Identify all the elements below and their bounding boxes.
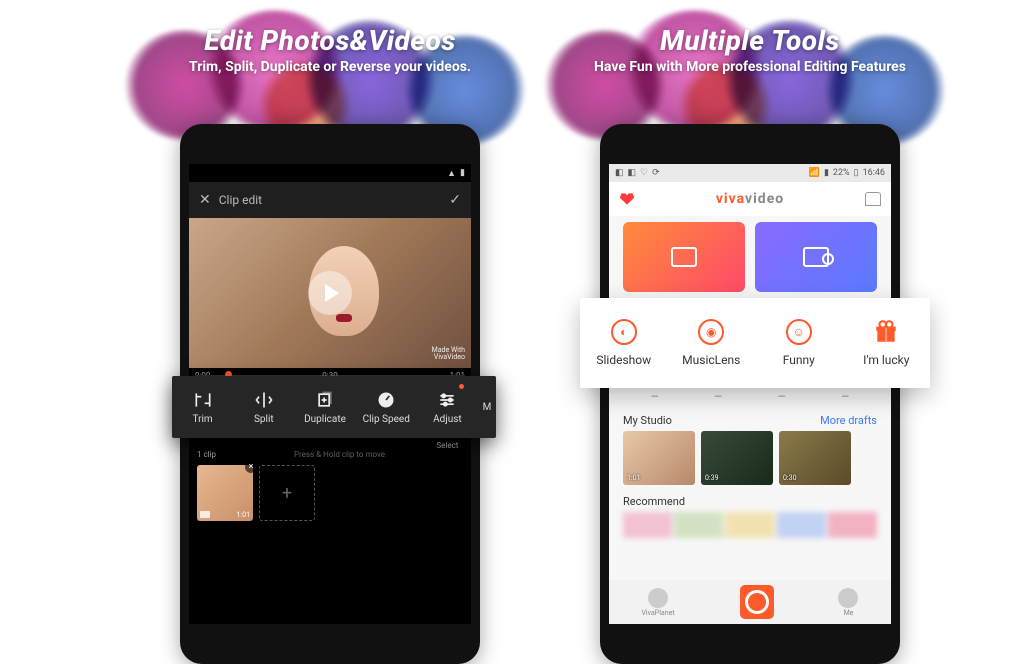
video-preview[interactable]: Made With VivaVideo	[189, 218, 471, 368]
nav-create[interactable]	[740, 585, 774, 619]
headline-subtitle: Trim, Split, Duplicate or Reverse your v…	[110, 59, 550, 75]
studio-title: My Studio	[623, 414, 672, 427]
split-icon	[254, 390, 274, 410]
slideshow-icon: ◐	[611, 319, 637, 345]
nav-planet[interactable]: VivaPlanet	[641, 588, 674, 617]
create-icon	[740, 585, 774, 619]
funny-button[interactable]: ☺ Funny	[755, 298, 843, 388]
main-tiles	[609, 216, 891, 298]
delete-clip-icon[interactable]: ×	[245, 461, 257, 473]
split-button[interactable]: Split	[233, 376, 294, 438]
headline-block: Multiple Tools Have Fun with More profes…	[530, 24, 970, 75]
clip-hint: Press & Hold clip to move	[294, 450, 385, 459]
headline-title: Edit Photos&Videos	[110, 24, 550, 57]
adjust-icon	[437, 390, 457, 410]
tile-edit[interactable]	[623, 222, 745, 292]
recommend-title: Recommend	[609, 485, 891, 512]
promo-panel-tools: Multiple Tools Have Fun with More profes…	[530, 0, 970, 631]
lucky-button[interactable]: I'm lucky	[843, 298, 931, 388]
play-icon[interactable]	[308, 271, 352, 315]
camera-icon	[803, 247, 829, 267]
phone-frame: ◧◧♡⟳ 📶 ▮ 22% ▯ 16:46 vivavideo	[600, 124, 900, 664]
trim-button[interactable]: Trim	[172, 376, 233, 438]
clip-info-row: 1 clip Press & Hold clip to move	[189, 444, 471, 461]
screen-home: ◧◧♡⟳ 📶 ▮ 22% ▯ 16:46 vivavideo	[609, 164, 891, 624]
adjust-button[interactable]: Adjust Select	[417, 376, 478, 438]
tile-capture[interactable]	[755, 222, 877, 292]
clip-speed-button[interactable]: Clip Speed	[356, 376, 417, 438]
funny-icon: ☺	[786, 319, 812, 345]
planet-icon	[648, 588, 668, 608]
brand-bar: vivavideo	[609, 182, 891, 216]
close-icon[interactable]: ✕	[199, 192, 211, 208]
store-icon[interactable]	[865, 192, 881, 206]
speed-icon	[376, 390, 396, 410]
notification-dot-icon	[459, 384, 464, 389]
favorite-icon[interactable]	[619, 192, 635, 206]
musiclens-button[interactable]: ◉ MusicLens	[668, 298, 756, 388]
confirm-icon[interactable]: ✓	[449, 192, 461, 208]
headline-title: Multiple Tools	[530, 24, 970, 57]
brand-logo: vivavideo	[716, 191, 784, 207]
status-time: 16:46	[863, 168, 885, 178]
studio-list: 1:01 0:39 0:30	[609, 431, 891, 485]
clip-tray: × 1:01 +	[189, 461, 471, 525]
clip-count: 1 clip	[197, 450, 216, 459]
headline-subtitle: Have Fun with More professional Editing …	[530, 59, 970, 75]
signal-icon: ▮	[824, 168, 829, 178]
ghost-row: ————	[609, 388, 891, 406]
studio-item[interactable]: 1:01	[623, 431, 695, 485]
section-header-studio: My Studio More drafts	[609, 406, 891, 431]
film-icon	[671, 247, 697, 267]
gift-icon	[873, 319, 899, 345]
app-bar: ✕ Clip edit ✓	[189, 182, 471, 218]
bottom-nav: VivaPlanet Me	[609, 580, 891, 624]
video-icon	[200, 511, 210, 518]
profile-icon	[838, 588, 858, 608]
tools-popup: ◐ Slideshow ◉ MusicLens ☺ Funny I'm luck…	[580, 298, 930, 388]
duplicate-icon	[315, 390, 335, 410]
trim-icon	[193, 390, 213, 410]
more-tools-button[interactable]: M	[478, 376, 496, 438]
watermark: Made With VivaVideo	[432, 347, 465, 362]
duplicate-button[interactable]: Duplicate	[294, 376, 355, 438]
studio-item[interactable]: 0:39	[701, 431, 773, 485]
edit-toolbar: Trim Split Duplicate Clip Speed Adjust S…	[172, 376, 496, 438]
add-clip-button[interactable]: +	[259, 465, 315, 521]
musiclens-icon: ◉	[698, 319, 724, 345]
recommend-row	[609, 512, 891, 538]
appbar-title: Clip edit	[219, 193, 450, 207]
headline-block: Edit Photos&Videos Trim, Split, Duplicat…	[110, 24, 550, 75]
status-bar: ▲▮	[189, 164, 471, 182]
clip-thumb[interactable]: × 1:01	[197, 465, 253, 521]
promo-panel-edit: Edit Photos&Videos Trim, Split, Duplicat…	[110, 0, 550, 631]
more-drafts-link[interactable]: More drafts	[820, 414, 877, 427]
studio-item[interactable]: 0:30	[779, 431, 851, 485]
clip-duration: 1:01	[237, 511, 251, 519]
slideshow-button[interactable]: ◐ Slideshow	[580, 298, 668, 388]
nav-me[interactable]: Me	[838, 588, 858, 617]
status-bar: ◧◧♡⟳ 📶 ▮ 22% ▯ 16:46	[609, 164, 891, 182]
